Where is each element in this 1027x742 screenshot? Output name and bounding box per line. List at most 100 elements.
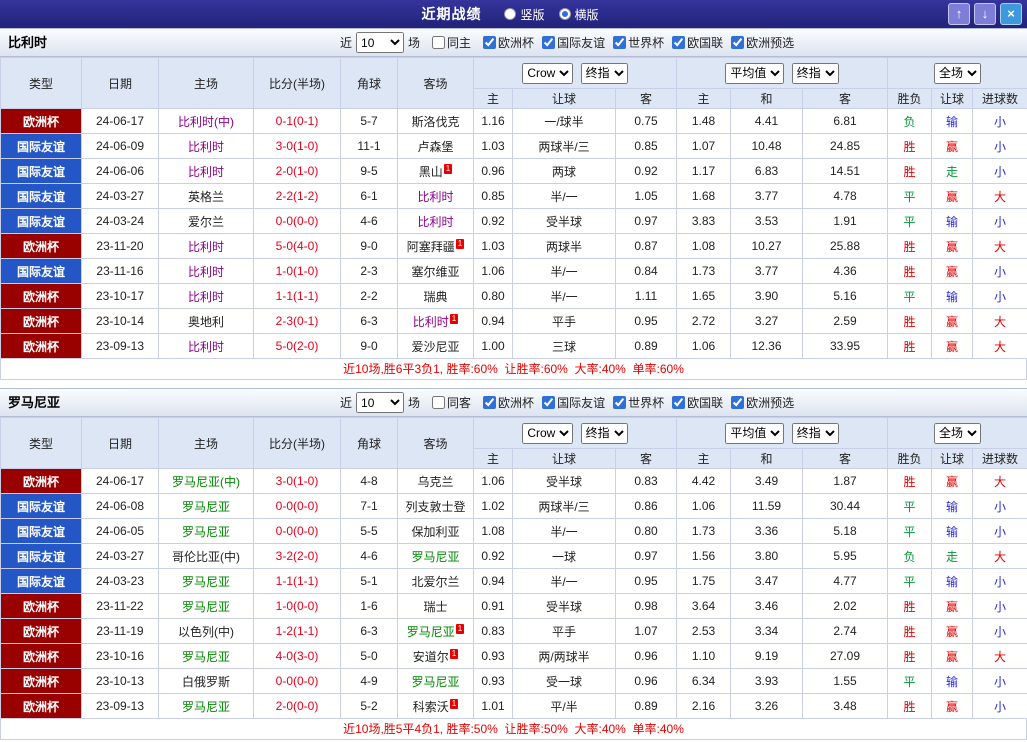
result-goals-cell: 小	[973, 519, 1027, 544]
league-option[interactable]: 欧洲杯	[483, 34, 534, 51]
euro-away-odds-cell: 2.02	[803, 594, 888, 619]
league-checkbox[interactable]	[672, 396, 685, 409]
league-checkbox[interactable]	[731, 396, 744, 409]
euro-draw-odds-cell: 3.34	[731, 619, 803, 644]
league-option[interactable]: 欧洲预选	[731, 394, 794, 411]
red-card-badge: 1	[450, 699, 458, 709]
arrow-down-icon: ↓	[982, 6, 989, 21]
league-checkbox[interactable]	[613, 396, 626, 409]
match-row: 欧洲杯 23-11-20 比利时 5-0(4-0) 9-0 阿塞拜疆1 1.03…	[1, 234, 1027, 259]
match-row: 欧洲杯 23-09-13 比利时 5-0(2-0) 9-0 爱沙尼亚 1.00 …	[1, 334, 1027, 359]
layout-horizontal-option[interactable]: 横版	[559, 6, 599, 23]
scope-select[interactable]: 全场	[934, 63, 981, 84]
average-select[interactable]: 平均值	[725, 423, 784, 444]
team-name: 比利时	[8, 29, 47, 56]
same-venue-option[interactable]: 同客	[432, 394, 471, 411]
match-count-select[interactable]: 10	[356, 32, 404, 53]
match-date-cell: 23-11-22	[82, 594, 159, 619]
red-card-badge: 1	[444, 164, 452, 174]
league-checkbox[interactable]	[483, 396, 496, 409]
result-wdl-cell: 平	[888, 184, 932, 209]
match-type-cell: 国际友谊	[1, 569, 82, 594]
league-option[interactable]: 欧洲杯	[483, 394, 534, 411]
col-score: 比分(半场)	[254, 58, 341, 109]
asia-final-select[interactable]: 终指	[581, 63, 628, 84]
same-venue-option[interactable]: 同主	[432, 34, 471, 51]
move-down-button[interactable]: ↓	[974, 3, 996, 25]
euro-final-select[interactable]: 终指	[792, 63, 839, 84]
match-date-cell: 24-03-23	[82, 569, 159, 594]
euro-home-odds-cell: 1.65	[677, 284, 731, 309]
move-up-button[interactable]: ↑	[948, 3, 970, 25]
team-name-text: 比利时	[417, 190, 453, 204]
euro-final-select[interactable]: 终指	[792, 423, 839, 444]
euro-draw-odds-cell: 3.80	[731, 544, 803, 569]
same-venue-checkbox[interactable]	[432, 396, 445, 409]
col-euro-draw: 和	[731, 449, 803, 469]
result-wdl-cell: 胜	[888, 469, 932, 494]
layout-vertical-option[interactable]: 竖版	[504, 6, 544, 23]
euro-odds-group: 平均值 终指	[677, 418, 888, 449]
match-row: 欧洲杯 23-10-16 罗马尼亚 4-0(3-0) 5-0 安道尔1 0.93…	[1, 644, 1027, 669]
bookmaker-select[interactable]: Crow	[522, 63, 573, 84]
asia-home-odds-cell: 1.06	[474, 259, 513, 284]
asia-handicap-cell: 半/一	[513, 184, 616, 209]
match-type-cell: 国际友谊	[1, 259, 82, 284]
asia-handicap-cell: 两球	[513, 159, 616, 184]
league-checkbox[interactable]	[542, 36, 555, 49]
scope-select[interactable]: 全场	[934, 423, 981, 444]
league-checkbox[interactable]	[483, 36, 496, 49]
team-name-text: 斯洛伐克	[411, 115, 459, 129]
corner-cell: 6-3	[341, 619, 398, 644]
league-checkbox[interactable]	[542, 396, 555, 409]
league-option[interactable]: 国际友谊	[542, 34, 605, 51]
match-type-cell: 国际友谊	[1, 209, 82, 234]
away-team-cell: 塞尔维亚	[398, 259, 474, 284]
same-venue-checkbox[interactable]	[432, 36, 445, 49]
team-name-text: 列支敦士登	[405, 500, 465, 514]
league-option[interactable]: 欧国联	[672, 34, 723, 51]
league-checkbox[interactable]	[613, 36, 626, 49]
away-team-cell: 瑞士	[398, 594, 474, 619]
average-select[interactable]: 平均值	[725, 63, 784, 84]
euro-away-odds-cell: 3.48	[803, 694, 888, 719]
col-euro-away: 客	[803, 89, 888, 109]
league-checkbox[interactable]	[672, 36, 685, 49]
col-type: 类型	[1, 58, 82, 109]
asia-home-odds-cell: 1.03	[474, 234, 513, 259]
bookmaker-select[interactable]: Crow	[522, 423, 573, 444]
asia-away-odds-cell: 0.87	[616, 234, 677, 259]
euro-home-odds-cell: 1.10	[677, 644, 731, 669]
league-checkbox[interactable]	[731, 36, 744, 49]
euro-away-odds-cell: 1.87	[803, 469, 888, 494]
team-name-text: 科索沃	[413, 700, 449, 714]
league-option[interactable]: 国际友谊	[542, 394, 605, 411]
result-wdl-cell: 胜	[888, 234, 932, 259]
team-name-text: 爱沙尼亚	[411, 340, 459, 354]
col-asia-handicap: 让球	[513, 449, 616, 469]
league-option[interactable]: 世界杯	[613, 394, 664, 411]
league-filters: 欧洲杯国际友谊世界杯欧国联欧洲预选	[475, 34, 794, 52]
league-option[interactable]: 欧洲预选	[731, 34, 794, 51]
euro-away-odds-cell: 14.51	[803, 159, 888, 184]
layout-horizontal-label: 横版	[575, 6, 599, 23]
asia-final-select[interactable]: 终指	[581, 423, 628, 444]
league-option[interactable]: 世界杯	[613, 34, 664, 51]
euro-draw-odds-cell: 3.49	[731, 469, 803, 494]
match-row: 欧洲杯 23-10-13 白俄罗斯 0-0(0-0) 4-9 罗马尼亚 0.93…	[1, 669, 1027, 694]
team-name-text: 比利时	[188, 265, 224, 279]
match-date-cell: 23-09-13	[82, 334, 159, 359]
result-goals-cell: 小	[973, 109, 1027, 134]
corner-cell: 9-0	[341, 334, 398, 359]
score-cell: 0-0(0-0)	[254, 494, 341, 519]
away-team-cell: 比利时	[398, 209, 474, 234]
col-euro-home: 主	[677, 89, 731, 109]
league-option[interactable]: 欧国联	[672, 394, 723, 411]
match-count-select[interactable]: 10	[356, 392, 404, 413]
team-name-text: 比利时	[188, 165, 224, 179]
close-button[interactable]: ×	[1000, 3, 1022, 25]
result-goals-cell: 小	[973, 619, 1027, 644]
col-euro-home: 主	[677, 449, 731, 469]
result-handicap-cell: 赢	[932, 184, 973, 209]
team-name-text: 阿塞拜疆	[407, 240, 455, 254]
